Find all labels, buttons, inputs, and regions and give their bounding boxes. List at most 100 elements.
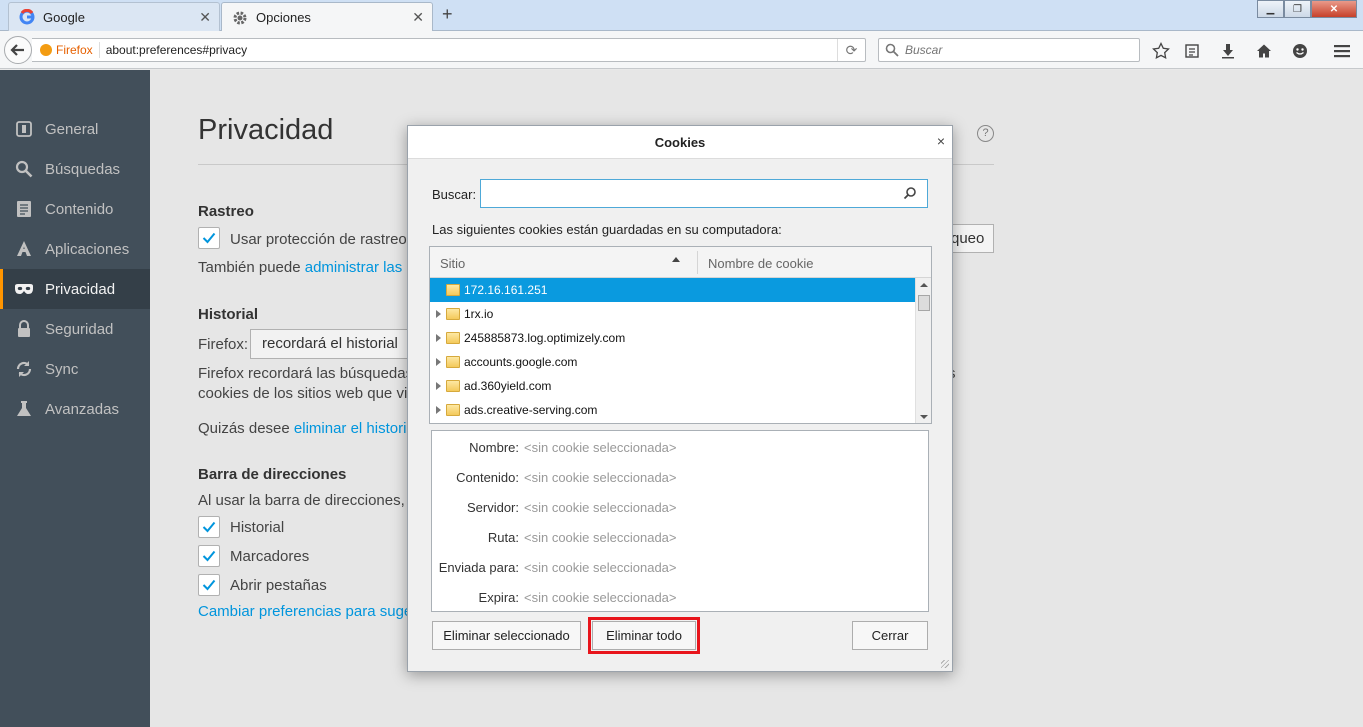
detail-row-expires: Expira: <sin cookie seleccionada> (432, 588, 928, 608)
detail-value: <sin cookie seleccionada> (524, 530, 677, 545)
open-tabs-suggest-label: Abrir pestañas (230, 577, 327, 594)
applications-icon (14, 239, 34, 259)
firefox-icon (40, 44, 52, 56)
search-suggestions-link[interactable]: Cambiar preferencias para suge (198, 603, 412, 620)
sidebar-item-label: Búsquedas (45, 160, 121, 178)
tracking-checkbox[interactable] (198, 227, 220, 249)
tree-scrollbar[interactable] (915, 278, 931, 423)
tree-header: Sitio Nombre de cookie (430, 247, 931, 278)
close-button[interactable]: Cerrar (852, 621, 928, 650)
expand-twisty-icon[interactable] (430, 406, 446, 414)
column-separator[interactable] (697, 251, 698, 274)
identity-box[interactable]: Firefox (32, 42, 100, 58)
bookmark-star-icon[interactable] (1151, 41, 1171, 61)
scroll-down-arrow-icon[interactable] (920, 415, 928, 419)
open-tabs-suggest-checkbox[interactable] (198, 574, 220, 596)
tab-strip: Google ✕ Opciones ✕ + ▁ ❐ ✕ (0, 0, 1363, 32)
history-firefox-label: Firefox: (198, 336, 249, 353)
history-description-line1: Firefox recordará las búsquedas (198, 365, 414, 382)
history-description-line2: cookies de los sitios web que vis (198, 385, 415, 402)
sidebar-item-label: General (45, 120, 99, 138)
hello-icon[interactable] (1290, 41, 1310, 61)
expand-twisty-icon[interactable] (430, 358, 446, 366)
folder-icon (446, 284, 460, 296)
menu-hamburger-icon[interactable] (1332, 41, 1352, 61)
column-header-cookie-name[interactable]: Nombre de cookie (708, 256, 814, 271)
tree-row-site[interactable]: ads.creative-serving.com (430, 398, 915, 422)
identity-label: Firefox (56, 43, 93, 57)
page-title: Privacidad (198, 114, 334, 146)
sidebar-item-aplicaciones[interactable]: Aplicaciones (0, 229, 150, 269)
window-close-button[interactable]: ✕ (1311, 0, 1357, 18)
tree-row-site[interactable]: accounts.google.com (430, 350, 915, 374)
folder-icon (446, 308, 460, 320)
history-heading: Historial (198, 306, 259, 323)
cookies-info-text: Las siguientes cookies están guardadas e… (432, 222, 782, 237)
close-tab-icon[interactable]: ✕ (412, 9, 424, 26)
back-arrow-icon (10, 44, 24, 56)
tree-row-site[interactable]: 245885873.log.optimizely.com (430, 326, 915, 350)
detail-row-name: Nombre: <sin cookie seleccionada> (432, 438, 928, 458)
manage-exceptions-link[interactable]: administrar las (305, 259, 403, 276)
content-icon (14, 199, 34, 219)
sidebar-item-sync[interactable]: Sync (0, 349, 150, 389)
cookie-search-box[interactable] (480, 179, 928, 208)
preferences-sidebar: General Búsquedas Contenido Aplicaciones… (0, 70, 150, 727)
expand-twisty-icon[interactable] (430, 334, 446, 342)
tracking-text: También puede (198, 259, 301, 276)
sidebar-item-contenido[interactable]: Contenido (0, 189, 150, 229)
tree-row-site[interactable]: ad.360yield.com (430, 374, 915, 398)
search-bar[interactable] (878, 38, 1140, 62)
dialog-close-icon[interactable]: × (937, 133, 945, 149)
search-input[interactable] (905, 43, 1125, 57)
history-suggest-checkbox[interactable] (198, 516, 220, 538)
expand-twisty-icon[interactable] (430, 310, 446, 318)
cookie-details-panel: Nombre: <sin cookie seleccionada> Conten… (431, 430, 929, 612)
help-icon[interactable]: ? (977, 125, 994, 142)
bookmarks-menu-icon[interactable] (1182, 41, 1202, 61)
detail-label: Servidor: (466, 500, 519, 515)
detail-row-content: Contenido: <sin cookie seleccionada> (432, 468, 928, 488)
url-text[interactable]: about:preferences#privacy (100, 43, 837, 57)
detail-label: Enviada para: (438, 560, 519, 575)
dialog-titlebar: Cookies × (408, 126, 952, 159)
sidebar-item-label: Contenido (45, 200, 114, 218)
home-icon[interactable] (1254, 41, 1274, 61)
restore-button[interactable]: ❐ (1284, 0, 1311, 18)
sidebar-item-busquedas[interactable]: Búsquedas (0, 149, 150, 189)
tab-label: Google (43, 9, 85, 25)
tab-opciones[interactable]: Opciones ✕ (221, 2, 433, 32)
sidebar-item-avanzadas[interactable]: Avanzadas (0, 389, 150, 429)
downloads-icon[interactable] (1218, 41, 1238, 61)
cookie-search-input[interactable] (481, 180, 901, 207)
sidebar-item-seguridad[interactable]: Seguridad (0, 309, 150, 349)
addressbar-description: Al usar la barra de direcciones, s (198, 492, 417, 509)
tracking-checkbox-label: Usar protección de rastreo (230, 231, 407, 248)
scrollbar-thumb[interactable] (918, 295, 930, 311)
new-tab-button[interactable]: + (442, 4, 453, 25)
back-button[interactable] (4, 36, 32, 64)
url-bar[interactable]: Firefox about:preferences#privacy ⟳ (32, 38, 866, 62)
reload-icon[interactable]: ⟳ (837, 39, 865, 61)
tree-row-site[interactable]: 172.16.161.251 (430, 278, 915, 302)
column-header-site[interactable]: Sitio (440, 256, 465, 271)
tree-row-site[interactable]: 1rx.io (430, 302, 915, 326)
remove-selected-button[interactable]: Eliminar seleccionado (432, 621, 581, 650)
checkmark-icon (202, 579, 216, 591)
expand-twisty-icon[interactable] (430, 382, 446, 390)
bookmarks-suggest-checkbox[interactable] (198, 545, 220, 567)
sidebar-item-label: Sync (45, 360, 79, 378)
minimize-button[interactable]: ▁ (1257, 0, 1284, 18)
advanced-icon (14, 399, 34, 419)
sidebar-item-privacidad[interactable]: Privacidad (0, 269, 150, 309)
tab-google[interactable]: Google ✕ (8, 2, 220, 31)
scroll-up-arrow-icon[interactable] (920, 283, 928, 287)
site-name: ads.creative-serving.com (464, 403, 598, 417)
resize-grip-icon[interactable] (941, 660, 949, 668)
tracking-lists-button[interactable]: queo (948, 224, 994, 253)
search-icon (885, 43, 899, 57)
close-tab-icon[interactable]: ✕ (199, 9, 211, 26)
clear-history-link[interactable]: eliminar el historia (294, 420, 415, 437)
history-mode-select[interactable]: recordará el historial (250, 329, 410, 359)
sidebar-item-general[interactable]: General (0, 109, 150, 149)
